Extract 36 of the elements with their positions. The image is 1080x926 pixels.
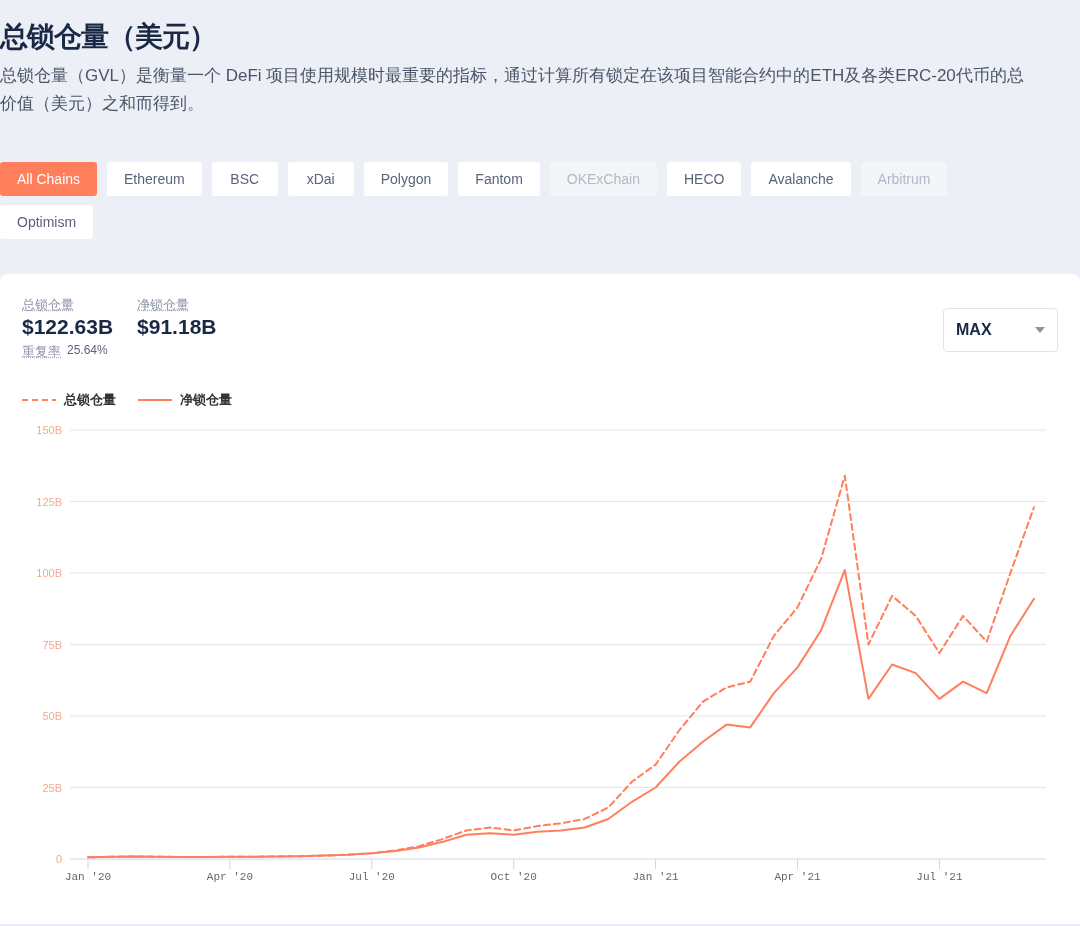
legend-label: 净锁仓量 — [180, 391, 232, 409]
repeat-rate-label: 重复率 — [22, 343, 61, 361]
chain-tab[interactable]: Ethereum — [107, 162, 202, 196]
legend-line-icon — [22, 399, 56, 401]
y-axis-label: 25B — [42, 781, 62, 794]
chain-tab[interactable]: Optimism — [0, 205, 94, 239]
stat-label: 净锁仓量 — [137, 296, 190, 314]
page-title: 总锁仓量（美元） — [0, 20, 217, 54]
y-axis-label: 125B — [36, 495, 62, 508]
stat-value: $122.63B — [22, 315, 114, 339]
x-axis-label: Oct '20 — [490, 871, 537, 883]
x-axis-label: Jan '20 — [64, 871, 112, 883]
y-axis-label: 150B — [36, 424, 62, 436]
stat-label: 总锁仓量 — [22, 296, 74, 314]
y-axis-label: 50B — [42, 710, 62, 722]
range-select[interactable]: MAX — [943, 308, 1058, 352]
x-axis-label: Apr '21 — [774, 871, 821, 883]
x-axis-label: Jan '21 — [632, 871, 679, 883]
y-axis-label: 75B — [42, 638, 62, 651]
y-axis-label: 100B — [36, 567, 62, 579]
x-axis-label: Apr '20 — [206, 871, 253, 883]
chain-tab[interactable]: BSC — [211, 162, 278, 196]
chain-tab[interactable]: Fantom — [458, 162, 540, 196]
description-text: 总锁仓量（GVL）是衡量一个 DeFi 项目使用规模时最重要的指标，通过计算所有锁定在该项目智能合约中的ETH及各类ERC-20代币的总价值（美元）之和而得到。 — [0, 65, 1025, 115]
y-axis-label: 0 — [55, 853, 62, 865]
chain-tab[interactable]: HECO — [666, 162, 742, 196]
caret-icon — [1035, 327, 1045, 333]
legend-label: 总锁仓量 — [64, 391, 116, 409]
repeat-rate-value: 25.64% — [67, 343, 108, 357]
legend-line-icon — [138, 399, 172, 401]
x-axis-label: Jul '20 — [348, 871, 395, 883]
stat-value: $91.18B — [137, 315, 217, 339]
chain-tab[interactable]: Avalanche — [751, 162, 851, 196]
chain-tab[interactable]: Polygon — [363, 162, 449, 196]
chain-tab[interactable]: xDai — [287, 162, 354, 196]
x-axis-label: Jul '21 — [916, 871, 963, 883]
